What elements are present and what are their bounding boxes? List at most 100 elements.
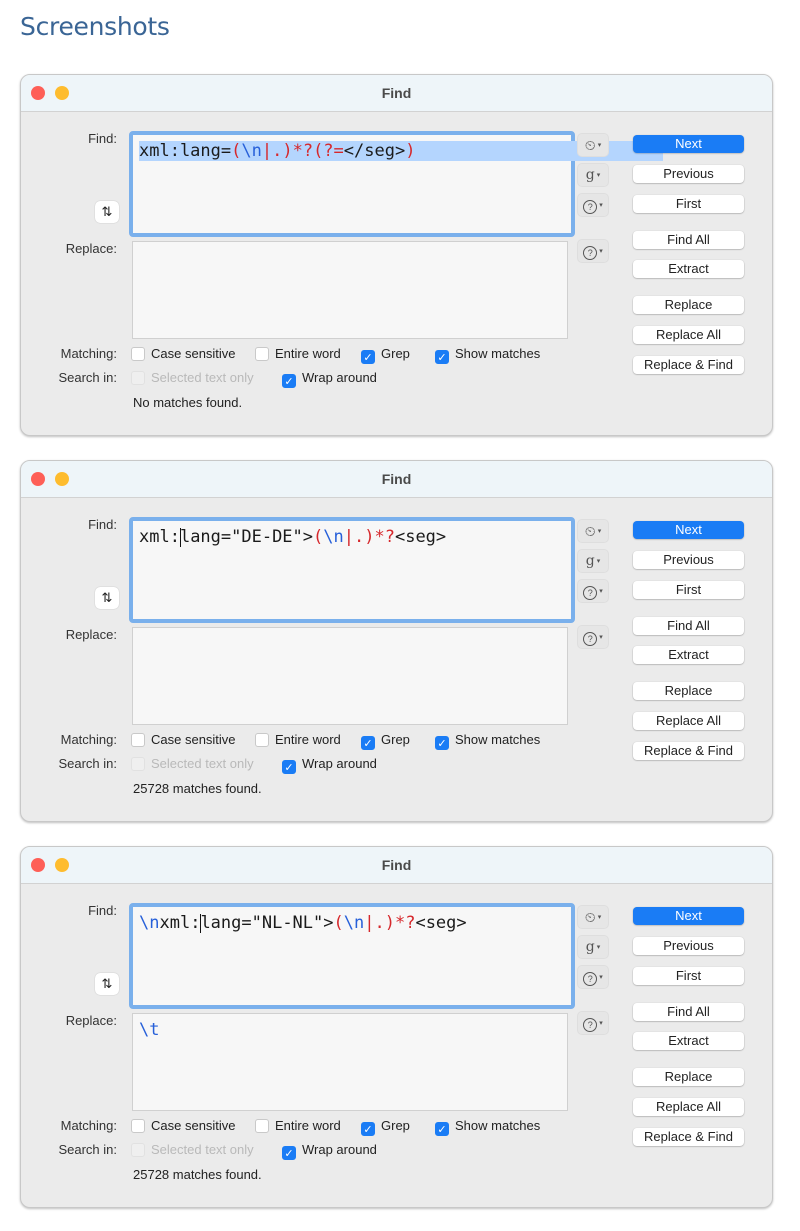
dropdown-arrow-icon: ▾ — [596, 943, 601, 951]
entire-word-checkbox[interactable]: Entire word — [255, 346, 341, 361]
checkbox-checked[interactable]: ✓ — [282, 374, 296, 388]
replace-help-button[interactable]: ? ▾ — [577, 625, 609, 649]
dropdown-arrow-icon: ▾ — [596, 171, 601, 179]
replace-button[interactable]: Replace — [633, 1068, 744, 1086]
grep-checkbox[interactable]: ✓ Grep — [361, 1118, 410, 1136]
regex-token-red: | — [343, 527, 354, 547]
previous-button[interactable]: Previous — [633, 551, 744, 569]
clock-icon: ⏲ — [584, 137, 596, 153]
wrap-around-checkbox[interactable]: ✓ Wrap around — [282, 1142, 377, 1160]
checkbox-checked[interactable]: ✓ — [282, 760, 296, 774]
checkbox-checked[interactable]: ✓ — [361, 1122, 375, 1136]
find-field[interactable]: xml:lang="DE-DE">(\n|.)*?<seg> — [129, 517, 575, 623]
replace-field[interactable] — [132, 241, 568, 339]
next-button[interactable]: Next — [633, 907, 744, 925]
grep-patterns-button[interactable]: g ▾ — [577, 163, 609, 187]
checkbox-label: Wrap around — [302, 1142, 377, 1157]
dropdown-arrow-icon: ▾ — [597, 914, 602, 922]
extract-button[interactable]: Extract — [633, 1032, 744, 1050]
show-matches-checkbox[interactable]: ✓ Show matches — [435, 732, 540, 750]
checkbox-unchecked — [131, 1143, 145, 1157]
replace-and-find-button[interactable]: Replace & Find — [633, 356, 744, 374]
find-help-button[interactable]: ? ▾ — [577, 965, 609, 989]
search-in-label: Search in: — [58, 1142, 117, 1157]
find-all-button[interactable]: Find All — [633, 231, 744, 249]
swap-arrows-icon: ⇅ — [101, 976, 113, 991]
checkbox-label: Grep — [381, 1118, 410, 1133]
replace-field[interactable]: \t — [132, 1013, 568, 1111]
find-all-button[interactable]: Find All — [633, 617, 744, 635]
replace-button[interactable]: Replace — [633, 682, 744, 700]
extract-button[interactable]: Extract — [633, 646, 744, 664]
swap-find-replace-button[interactable]: ⇅ — [95, 587, 119, 609]
checkbox-unchecked[interactable] — [131, 733, 145, 747]
replace-all-button[interactable]: Replace All — [633, 326, 744, 344]
replace-and-find-button[interactable]: Replace & Find — [633, 742, 744, 760]
grep-checkbox[interactable]: ✓ Grep — [361, 732, 410, 750]
recent-searches-button[interactable]: ⏲ ▾ — [577, 133, 609, 157]
checkbox-unchecked[interactable] — [131, 347, 145, 361]
find-field[interactable]: xml:lang=(\n|.)*?(?=</seg>) — [129, 131, 664, 237]
dropdown-arrow-icon: ▾ — [599, 634, 603, 642]
match-status-text: 25728 matches found. — [133, 1167, 262, 1182]
wrap-around-checkbox[interactable]: ✓ Wrap around — [282, 756, 377, 774]
checkbox-unchecked[interactable] — [255, 1119, 269, 1133]
help-icon: ? — [583, 586, 598, 600]
find-field[interactable]: \nxml:lang="NL-NL">(\n|.)*?<seg> — [129, 903, 575, 1009]
first-button[interactable]: First — [633, 195, 744, 213]
grep-patterns-button[interactable]: g ▾ — [577, 549, 609, 573]
extract-button[interactable]: Extract — [633, 260, 744, 278]
previous-button[interactable]: Previous — [633, 937, 744, 955]
checkbox-checked[interactable]: ✓ — [282, 1146, 296, 1160]
replace-all-button[interactable]: Replace All — [633, 712, 744, 730]
wrap-around-checkbox[interactable]: ✓ Wrap around — [282, 370, 377, 388]
swap-find-replace-button[interactable]: ⇅ — [95, 973, 119, 995]
recent-searches-button[interactable]: ⏲ ▾ — [577, 519, 609, 543]
checkbox-unchecked[interactable] — [255, 733, 269, 747]
grep-patterns-button[interactable]: g ▾ — [577, 935, 609, 959]
checkmark-icon: ✓ — [363, 1124, 373, 1136]
first-button[interactable]: First — [633, 967, 744, 985]
clock-icon: ⏲ — [584, 909, 596, 925]
replace-button[interactable]: Replace — [633, 296, 744, 314]
replace-help-button[interactable]: ? ▾ — [577, 239, 609, 263]
checkbox-label: Grep — [381, 732, 410, 747]
match-status-text: No matches found. — [133, 395, 243, 410]
find-all-button[interactable]: Find All — [633, 1003, 744, 1021]
show-matches-checkbox[interactable]: ✓ Show matches — [435, 1118, 540, 1136]
selected-text-only-checkbox: Selected text only — [131, 756, 254, 771]
replace-field[interactable] — [132, 627, 568, 725]
checkbox-checked[interactable]: ✓ — [361, 350, 375, 364]
entire-word-checkbox[interactable]: Entire word — [255, 732, 341, 747]
checkbox-unchecked — [131, 371, 145, 385]
regex-token-red: . — [374, 913, 385, 933]
case-sensitive-checkbox[interactable]: Case sensitive — [131, 732, 236, 747]
regex-token-red: ( — [333, 913, 344, 933]
replace-help-button[interactable]: ? ▾ — [577, 1011, 609, 1035]
checkbox-unchecked[interactable] — [131, 1119, 145, 1133]
previous-button[interactable]: Previous — [633, 165, 744, 183]
checkbox-unchecked[interactable] — [255, 347, 269, 361]
show-matches-checkbox[interactable]: ✓ Show matches — [435, 346, 540, 364]
swap-find-replace-button[interactable]: ⇅ — [95, 201, 119, 223]
checkbox-checked[interactable]: ✓ — [435, 1122, 449, 1136]
entire-word-checkbox[interactable]: Entire word — [255, 1118, 341, 1133]
checkbox-checked[interactable]: ✓ — [435, 736, 449, 750]
find-help-button[interactable]: ? ▾ — [577, 579, 609, 603]
checkbox-checked[interactable]: ✓ — [435, 350, 449, 364]
first-button[interactable]: First — [633, 581, 744, 599]
recent-searches-button[interactable]: ⏲ ▾ — [577, 905, 609, 929]
replace-all-button[interactable]: Replace All — [633, 1098, 744, 1116]
next-button[interactable]: Next — [633, 135, 744, 153]
page-heading: Screenshots — [20, 12, 170, 41]
case-sensitive-checkbox[interactable]: Case sensitive — [131, 346, 236, 361]
checkbox-checked[interactable]: ✓ — [361, 736, 375, 750]
regex-token-plain: lang="DE-DE"> — [179, 527, 314, 547]
find-help-button[interactable]: ? ▾ — [577, 193, 609, 217]
find-field-text: xml:lang="DE-DE">(\n|.)*?<seg> — [139, 527, 446, 547]
text-run: xml:lang="DE-DE">(\n|.)*?<seg> — [139, 527, 446, 547]
next-button[interactable]: Next — [633, 521, 744, 539]
replace-and-find-button[interactable]: Replace & Find — [633, 1128, 744, 1146]
case-sensitive-checkbox[interactable]: Case sensitive — [131, 1118, 236, 1133]
grep-checkbox[interactable]: ✓ Grep — [361, 346, 410, 364]
